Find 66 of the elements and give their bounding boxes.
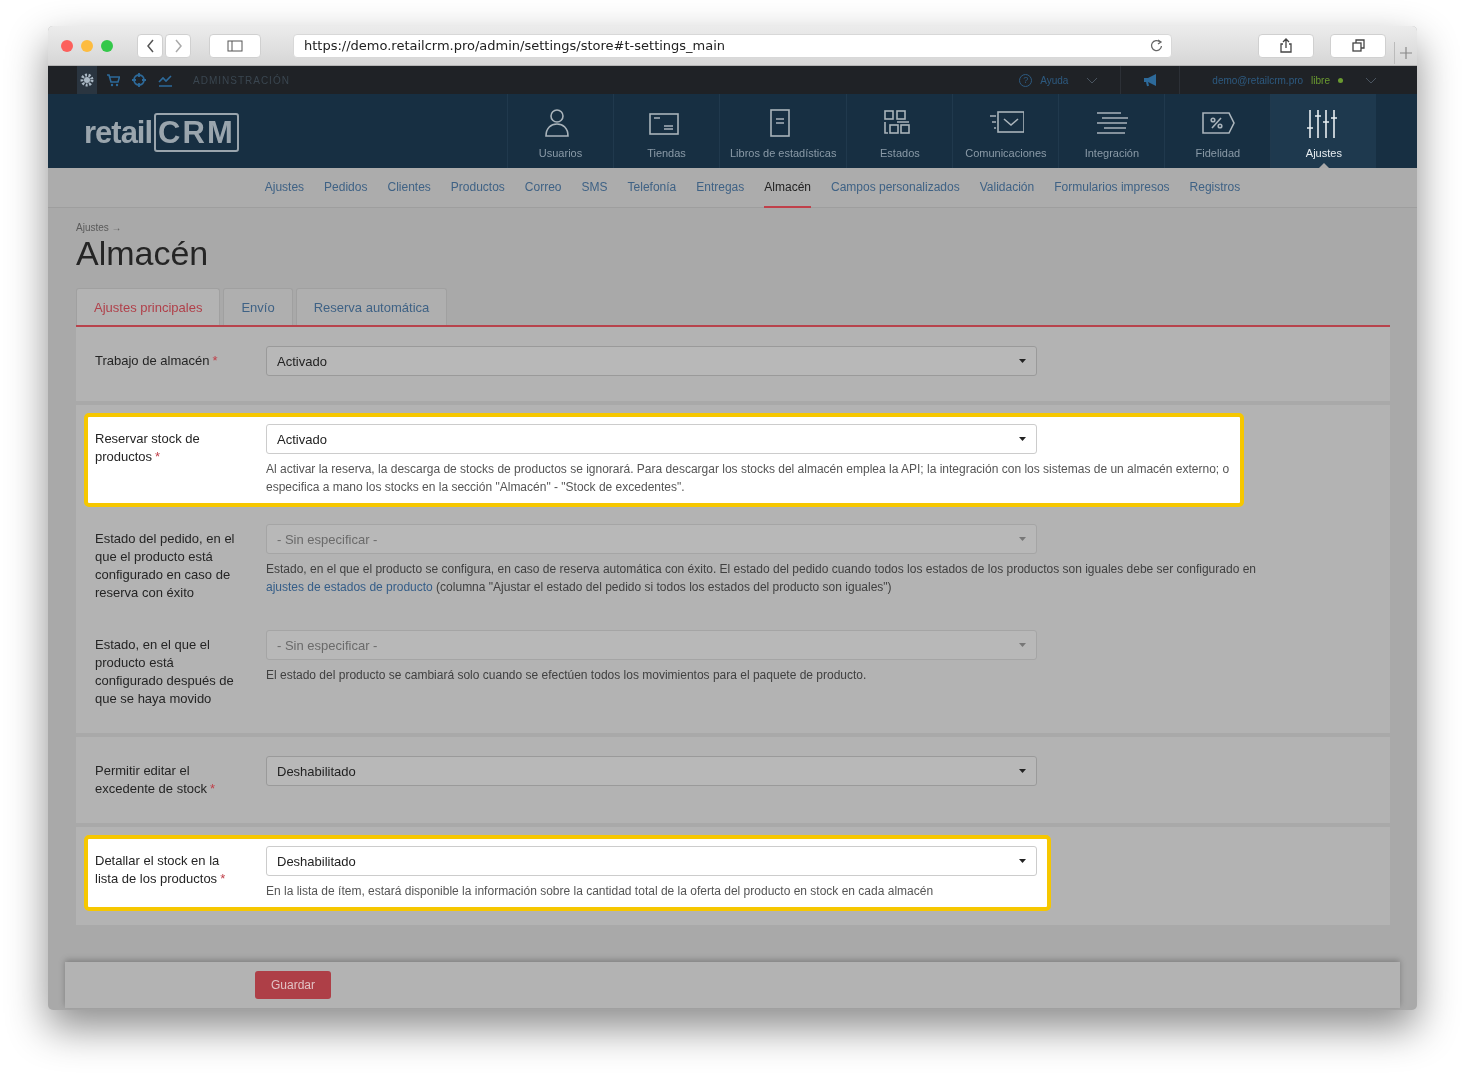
select-field[interactable]: Deshabilitado [266,756,1037,786]
back-button[interactable] [137,33,163,58]
field-label: Estado, en el que el producto está configurado después de que se haya movido [95,636,235,708]
subnav-link[interactable]: Campos personalizados [831,168,960,208]
caret-icon [1019,859,1026,863]
help-link[interactable]: Ayuda [1040,74,1069,86]
subnav-link[interactable]: Pedidos [324,168,368,208]
subnav-link[interactable]: Validación [979,168,1035,208]
field-label: Detallar el stock en la lista de los productos * [95,852,227,888]
page-title: Almacén [76,234,210,272]
plan-label: libre [1311,74,1330,86]
logo[interactable]: retail CRM [84,115,507,151]
select-field[interactable]: - Sin especificar - [266,524,1037,554]
settings-icon[interactable] [77,66,97,94]
select-field[interactable]: Activado [266,424,1037,454]
tabs-button[interactable] [1330,33,1387,58]
megaphone-icon[interactable] [1143,73,1158,87]
caret-icon [1019,437,1026,441]
caret-icon [1019,537,1026,541]
chevron-down-icon[interactable] [1365,76,1377,84]
field-label: Trabajo de almacén * [95,352,219,370]
field-label: Permitir editar el excedente de stock * [95,762,217,798]
sidebar-icon [226,39,243,52]
subnav-link[interactable]: Formularios impresos [1054,168,1170,208]
user-email[interactable]: demo@retailcrm.pro [1212,74,1304,86]
sidebar-button[interactable] [209,33,261,58]
help-text: El estado del producto se cambiará solo cuando se efectúen todos los movimientos para el paquete de producto. [266,667,868,684]
close-button[interactable] [61,39,73,52]
plus-icon [1400,46,1412,59]
tab[interactable]: Envío [223,288,293,325]
subnav-link[interactable]: SMS [581,168,608,208]
tab[interactable]: Reserva automática [295,288,448,325]
maximize-button[interactable] [101,39,113,52]
breadcrumb[interactable]: Ajustes → [76,222,1390,234]
share-button[interactable] [1258,33,1315,58]
select-field[interactable]: Activado [266,346,1037,376]
help-text: En la lista de ítem, estará disponible la información sobre la cantidad total de la oferta del producto en stock en cada almacén [266,883,935,900]
subnav-link[interactable]: Correo [524,168,562,208]
help-text: Al activar la reserva, la descarga de stocks de productos se ignorará. Para descargar los stocks del almacén emplea la API; la integración con los sistemas de un almacén externo; o especifica a mano los stocks en la sección "Almacén" - "Stock de excedentes". [266,461,1230,496]
save-button[interactable]: Guardar [255,971,332,999]
back-icon [145,38,155,53]
nav-item[interactable]: Ajustes [1270,94,1377,168]
address-field[interactable]: https://demo.retailcrm.pro/admin/settings/store#t-settings_main [292,33,1173,58]
reload-icon[interactable] [1150,39,1164,52]
field-label: Estado del pedido, en el que el producto está configurado en caso de reserva con éxito [95,530,236,602]
status-dot [1338,77,1343,83]
subnav-link[interactable]: Almacén [764,168,811,208]
caret-icon [1019,359,1026,363]
select-field[interactable]: Deshabilitado [266,846,1037,876]
field-label: Reservar stock de productos * [95,430,201,466]
caret-icon [1019,643,1026,647]
help-text: Estado, en el que el producto se configura, en caso de reserva automática con éxito. El estado del pedido cuando todos los estados de los productos son iguales debe ser configurado en ajustes de estados de producto (columna "Ajustar el estado del pedido si todos los estados del producto son iguales") [266,561,1256,596]
share-icon [1279,38,1294,53]
subnav-link[interactable]: Ajustes [264,168,305,208]
subnav-link[interactable]: Productos [450,168,505,208]
subnav-link[interactable]: Telefonía [627,168,677,208]
forward-icon [173,38,183,53]
subnav-link[interactable]: Clientes [387,168,431,208]
select-field[interactable]: - Sin especificar - [266,630,1037,660]
help-link[interactable]: ajustes de estados de producto [266,580,433,594]
tabs-icon [1351,39,1365,52]
subnav-link[interactable]: Entregas [696,168,745,208]
caret-icon [1019,769,1026,773]
tab[interactable]: Ajustes principales [76,288,221,325]
subnav-link[interactable]: Registros [1189,168,1241,208]
chevron-down-icon[interactable] [1086,76,1099,84]
